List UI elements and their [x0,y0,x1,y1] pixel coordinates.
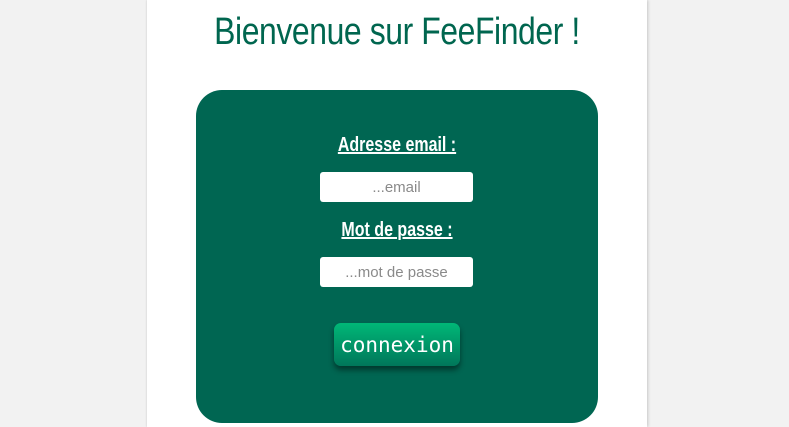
page-container: Bienvenue sur FeeFinder ! Adresse email … [147,0,647,427]
password-label: Mot de passe : [341,219,453,241]
email-label: Adresse email : [337,134,457,156]
password-input[interactable] [320,257,473,287]
login-form: Adresse email : Mot de passe : connexion [196,90,598,423]
email-input[interactable] [320,172,473,202]
login-button[interactable]: connexion [334,323,460,366]
page-title: Bienvenue sur FeeFinder ! [214,11,580,53]
